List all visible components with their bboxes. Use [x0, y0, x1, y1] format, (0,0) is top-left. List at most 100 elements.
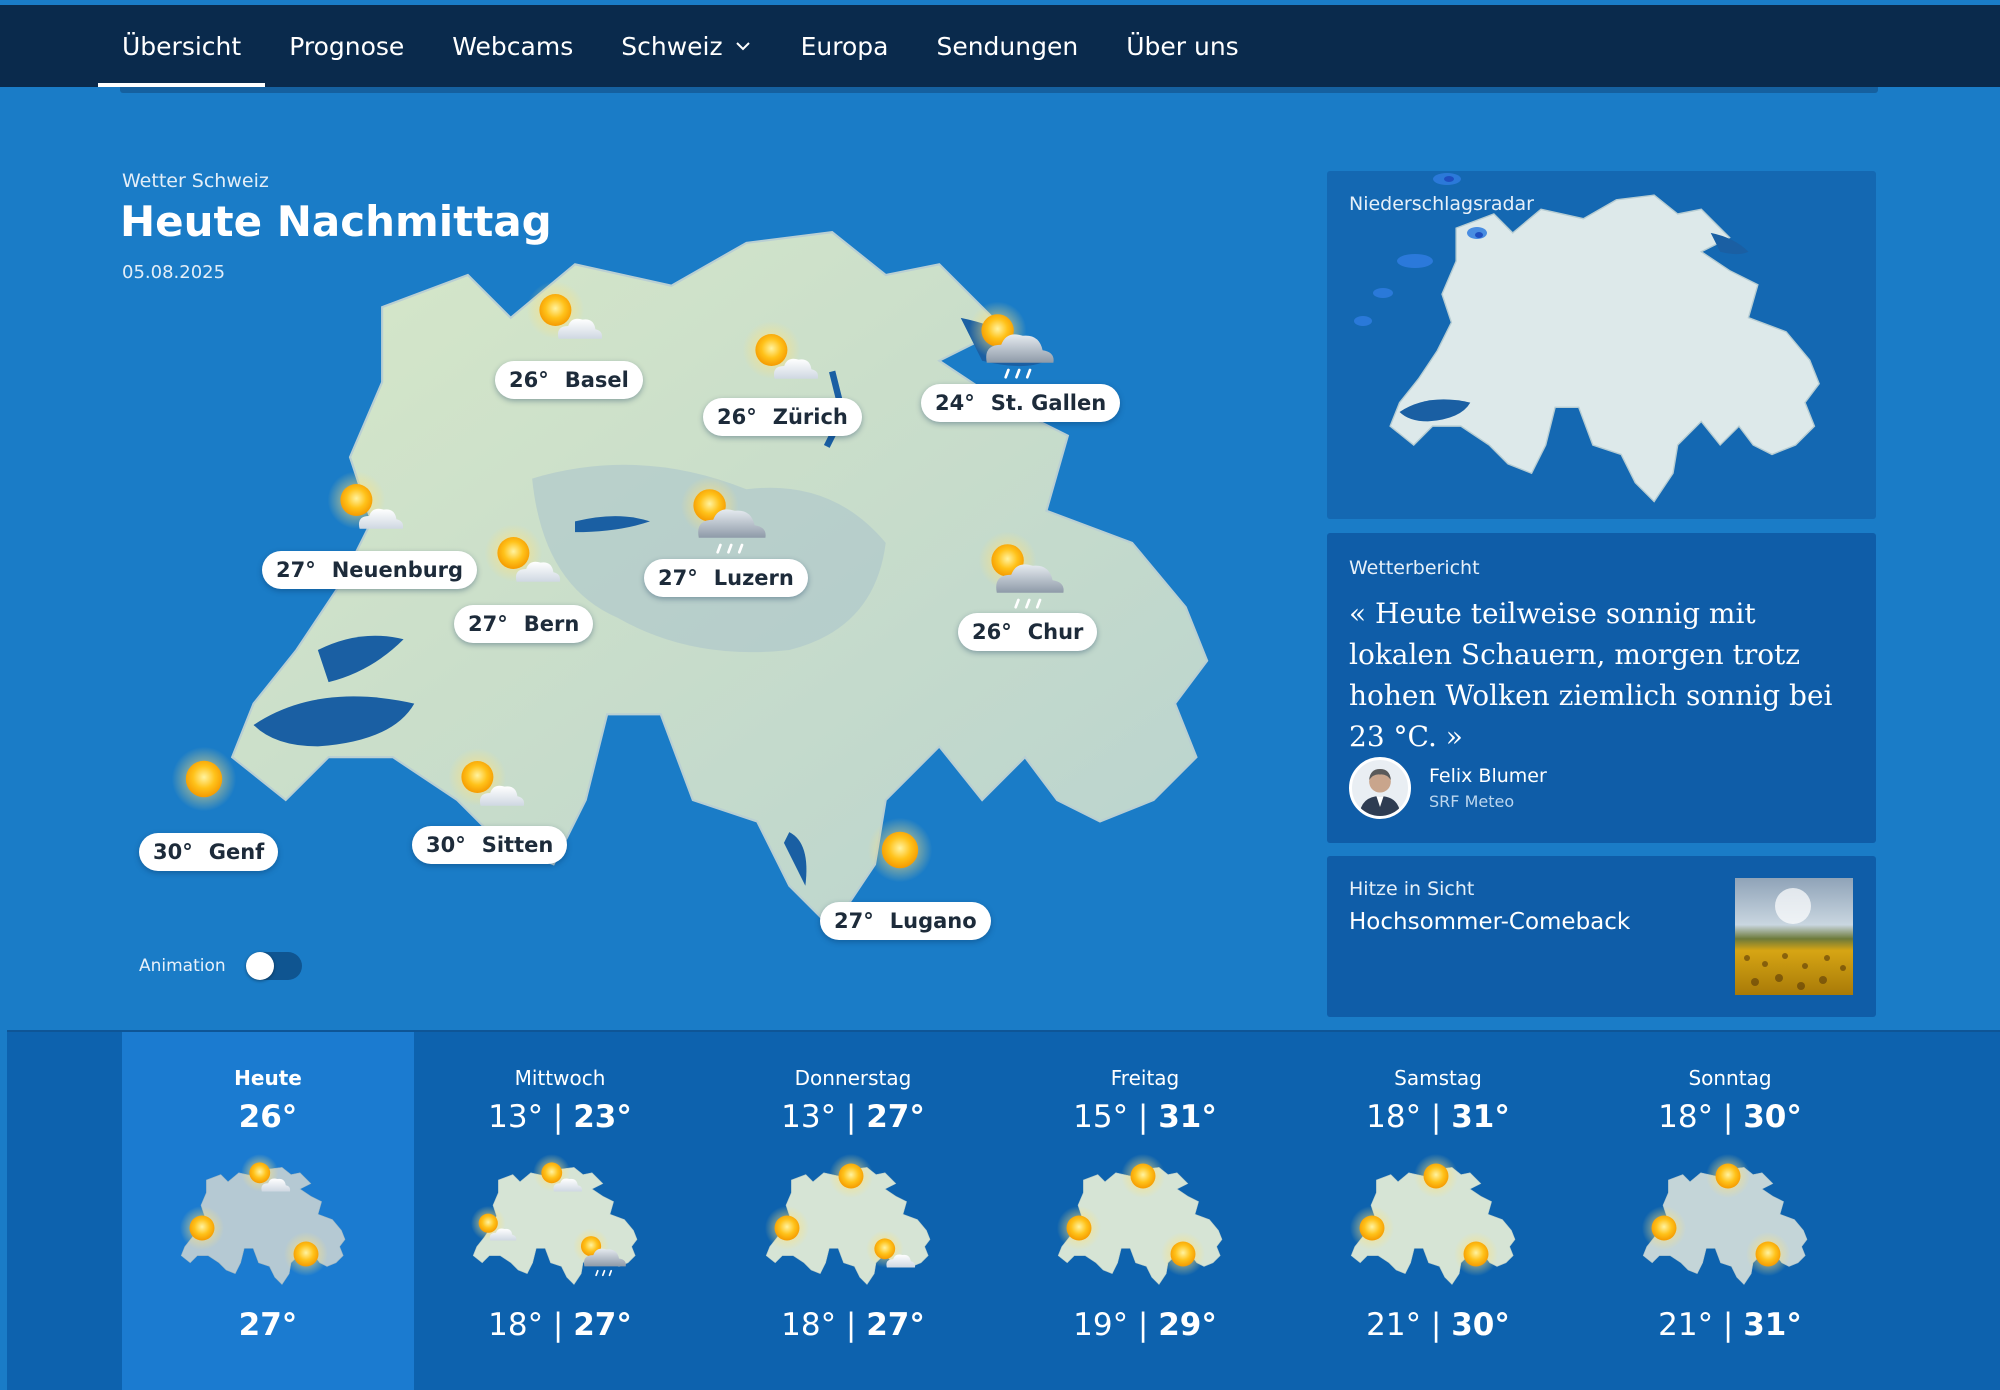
bottom-temp: 21° | 31° — [1658, 1307, 1802, 1343]
max-temp: 27° — [238, 1307, 298, 1343]
animation-control: Animation — [139, 952, 302, 980]
sun-cloud-rain-icon — [679, 473, 769, 563]
city-label-basel[interactable]: 26° Basel — [495, 361, 643, 399]
min-temp: 18° — [781, 1307, 837, 1343]
min-temp: 21° — [1658, 1307, 1714, 1343]
city-label-lugano[interactable]: 27° Lugano — [820, 902, 991, 940]
mini-forecast-map — [1056, 1153, 1223, 1285]
min-temp: 13° — [781, 1099, 837, 1135]
sun-cloud-icon — [447, 745, 527, 825]
top-temp: 15° | 31° — [1073, 1099, 1217, 1135]
city-label-st-gallen[interactable]: 24° St. Gallen — [921, 384, 1121, 422]
city-temp: 24° — [935, 391, 975, 415]
nav-item-prognose[interactable]: Prognose — [265, 5, 428, 87]
person-avatar-icon — [1359, 769, 1401, 816]
city-name: Luzern — [713, 566, 794, 590]
top-temp: 18° | 30° — [1658, 1099, 1802, 1135]
nav-item-ueber-uns[interactable]: Über uns — [1102, 5, 1263, 87]
report-quote: « Heute teilweise sonnig mit lokalen Sch… — [1349, 597, 1833, 753]
author-org: SRF Meteo — [1429, 792, 1515, 811]
bottom-temp: 18° | 27° — [488, 1307, 632, 1343]
city-label-zuerich[interactable]: 26° Zürich — [703, 398, 862, 436]
nav-label: Webcams — [452, 31, 574, 61]
city-name: Chur — [1027, 620, 1084, 644]
city-temp: 27° — [658, 566, 698, 590]
bottom-temp: 21° | 30° — [1366, 1307, 1510, 1343]
day-name: Donnerstag — [794, 1066, 912, 1090]
weekly-forecast: Heute 26° 27° Mittwoch 13° | 23° 18° | 2… — [7, 1030, 2000, 1390]
city-temp: 27° — [468, 612, 508, 636]
nav-item-webcams[interactable]: Webcams — [428, 5, 597, 87]
radar-card[interactable]: Niederschlagsradar — [1327, 171, 1876, 519]
divider — [120, 87, 1878, 93]
day-name: Heute — [234, 1066, 302, 1090]
city-temp: 30° — [153, 840, 193, 864]
city-label-bern[interactable]: 27° Bern — [454, 605, 594, 643]
max-temp: 31° — [1451, 1099, 1510, 1135]
max-temp: 27° — [866, 1307, 925, 1343]
sun-cloud-rain-icon — [977, 528, 1067, 618]
min-temp: 18° — [1366, 1099, 1422, 1135]
sun-cloud-icon — [741, 318, 821, 398]
nav-label: Prognose — [289, 31, 405, 61]
nav-item-europa[interactable]: Europa — [777, 5, 913, 87]
sun-cloud-icon — [326, 468, 406, 548]
nav-label: Sendungen — [936, 31, 1079, 61]
city-name: Basel — [564, 368, 629, 392]
toggle-knob — [245, 952, 274, 980]
radar-label: Niederschlagsradar — [1349, 193, 1534, 215]
animation-label: Animation — [139, 956, 226, 976]
forecast-day-donnerstag[interactable]: Donnerstag 13° | 27° 18° | 27° — [707, 1032, 999, 1390]
forecast-day-mittwoch[interactable]: Mittwoch 13° | 23° 18° | 27° — [414, 1032, 706, 1390]
top-navigation-bar: Übersicht Prognose Webcams Schweiz Europ… — [0, 5, 2000, 87]
sun-cloud-icon — [525, 278, 605, 358]
mini-forecast-map — [1349, 1153, 1516, 1285]
city-temp: 26° — [509, 368, 549, 392]
min-temp: 18° — [1658, 1099, 1714, 1135]
day-name: Mittwoch — [514, 1066, 606, 1090]
city-label-luzern[interactable]: 27° Luzern — [644, 559, 808, 597]
min-temp: 13° — [488, 1099, 544, 1135]
nav-item-sendungen[interactable]: Sendungen — [912, 5, 1102, 87]
city-temp: 30° — [426, 833, 466, 857]
city-label-genf[interactable]: 30° Genf — [139, 833, 279, 871]
animation-toggle[interactable] — [245, 952, 302, 980]
section-kicker: Wetter Schweiz — [122, 170, 269, 192]
city-label-chur[interactable]: 26° Chur — [958, 613, 1098, 651]
day-name: Sonntag — [1688, 1066, 1772, 1090]
nav-item-schweiz[interactable]: Schweiz — [597, 5, 776, 87]
min-temp: 18° — [488, 1307, 544, 1343]
forecast-day-sonntag[interactable]: Sonntag 18° | 30° 21° | 31° — [1584, 1032, 1876, 1390]
nav-label: Übersicht — [122, 31, 242, 61]
precipitation-overlay — [1354, 173, 1487, 326]
weather-report-card: Wetterbericht « Heute teilweise sonnig m… — [1327, 533, 1876, 843]
city-label-sitten[interactable]: 30° Sitten — [412, 826, 568, 864]
city-name: Lugano — [889, 909, 977, 933]
mini-forecast-map — [764, 1153, 931, 1285]
teaser-title: Hochsommer-Comeback — [1349, 909, 1631, 935]
max-temp: 31° — [1743, 1307, 1802, 1343]
forecast-day-heute[interactable]: Heute 26° 27° — [122, 1032, 414, 1390]
bottom-temp: 19° | 29° — [1073, 1307, 1217, 1343]
article-teaser-card[interactable]: Hitze in Sicht Hochsommer-Comeback — [1327, 856, 1876, 1017]
sun-cloud-icon — [483, 521, 563, 601]
avatar — [1349, 757, 1411, 819]
max-temp: 23° — [573, 1099, 632, 1135]
teaser-label: Hitze in Sicht — [1349, 878, 1475, 900]
max-temp: 27° — [573, 1307, 632, 1343]
city-label-neuenburg[interactable]: 27° Neuenburg — [262, 551, 478, 589]
city-name: Sitten — [481, 833, 554, 857]
chevron-down-icon — [735, 42, 750, 51]
forecast-day-freitag[interactable]: Freitag 15° | 31° 19° | 29° — [999, 1032, 1291, 1390]
main-nav: Übersicht Prognose Webcams Schweiz Europ… — [98, 5, 1263, 87]
max-temp: 30° — [1451, 1307, 1510, 1343]
max-temp: 26° — [238, 1099, 298, 1135]
mini-forecast-map — [179, 1154, 346, 1285]
min-temp: 19° — [1073, 1307, 1129, 1343]
nav-label: Über uns — [1126, 31, 1239, 61]
forecast-day-samstag[interactable]: Samstag 18° | 31° 21° | 30° — [1292, 1032, 1584, 1390]
report-label: Wetterbericht — [1349, 557, 1480, 579]
max-temp: 29° — [1158, 1307, 1217, 1343]
mini-forecast-map — [470, 1154, 638, 1285]
nav-item-uebersicht[interactable]: Übersicht — [98, 5, 266, 87]
